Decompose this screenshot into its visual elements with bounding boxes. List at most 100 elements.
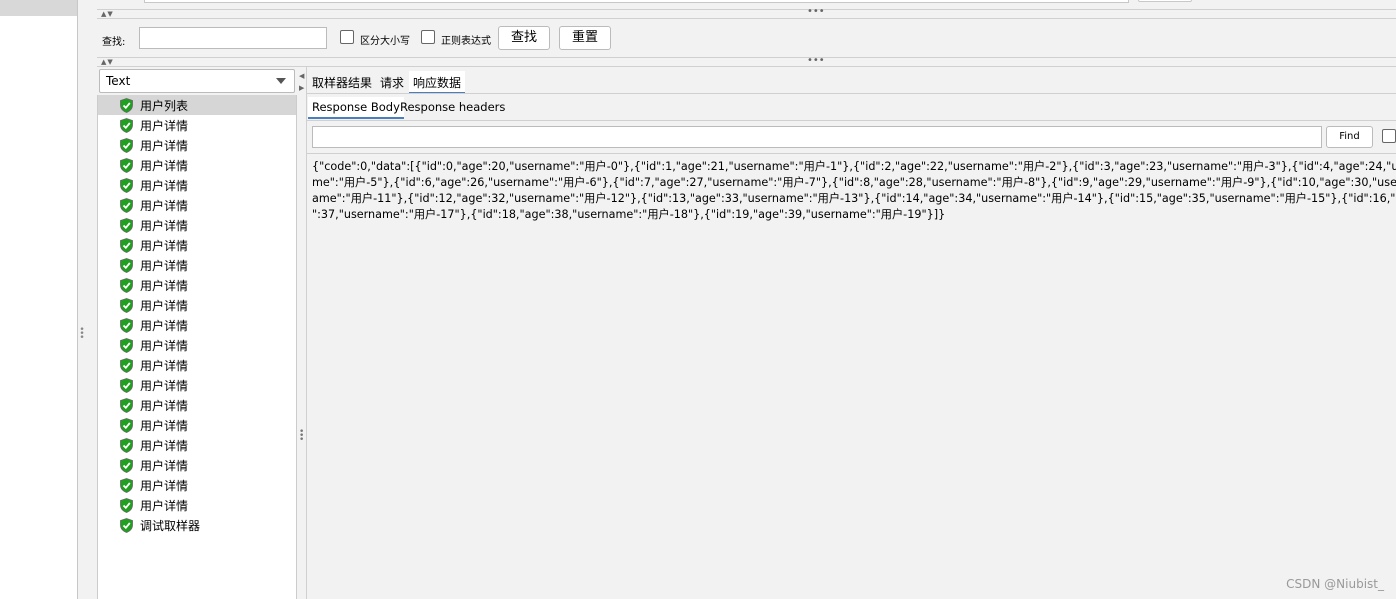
success-shield-icon — [120, 357, 133, 373]
tree-item[interactable]: 用户详情 — [98, 155, 296, 175]
tree-item[interactable]: 用户详情 — [98, 215, 296, 235]
regex-checkbox[interactable] — [421, 30, 435, 44]
results-tree[interactable]: 用户列表 用户详情 用户详情 用户详情 用户详情 用户详情 用户详情 用户详情 用户详情 用户详情… — [97, 95, 297, 599]
tree-item-label: 用户详情 — [140, 178, 189, 193]
success-shield-icon — [120, 237, 133, 253]
success-shield-icon — [120, 317, 133, 333]
tree-item-label: 用户详情 — [140, 218, 189, 233]
tree-item[interactable]: 用户详情 — [98, 355, 296, 375]
tree-item[interactable]: 用户详情 — [98, 395, 296, 415]
tree-item[interactable]: 用户详情 — [98, 255, 296, 275]
tree-item-label: 用户详情 — [140, 398, 189, 413]
tree-item[interactable]: 用户详情 — [98, 435, 296, 455]
success-shield-icon — [120, 517, 133, 533]
response-line: ame":"用户-11"},{"id":12,"age":32,"usernam… — [312, 192, 1396, 205]
tree-item-label: 用户详情 — [140, 478, 189, 493]
success-shield-icon — [120, 97, 133, 113]
tree-item[interactable]: 用户详情 — [98, 195, 296, 215]
tree-item[interactable]: 用户详情 — [98, 335, 296, 355]
top-field[interactable] — [144, 0, 1129, 3]
success-shield-icon — [120, 337, 133, 353]
chevron-down-icon — [276, 78, 286, 84]
renderer-select[interactable]: Text — [99, 69, 295, 93]
success-shield-icon — [120, 117, 133, 133]
tab-result-0[interactable]: 取样器结果 — [308, 71, 376, 94]
tree-item-label: 用户详情 — [140, 318, 189, 333]
success-shield-icon — [120, 417, 133, 433]
reset-button[interactable]: 重置 — [559, 26, 611, 50]
tree-item-label: 用户详情 — [140, 498, 189, 513]
tree-item[interactable]: 用户详情 — [98, 495, 296, 515]
response-option-checkbox[interactable] — [1382, 129, 1396, 143]
splitter-dots-icon[interactable]: ••• — [807, 7, 825, 17]
tree-item-label: 用户详情 — [140, 298, 189, 313]
watermark: CSDN @Niubist_ — [1286, 577, 1384, 591]
split-arrows-icon[interactable]: ◀ ▶ — [299, 70, 304, 94]
success-shield-icon — [120, 437, 133, 453]
success-shield-icon — [120, 377, 133, 393]
tree-item-label: 用户详情 — [140, 438, 189, 453]
tree-item-label: 用户详情 — [140, 238, 189, 253]
response-body[interactable]: {"code":0,"data":[{"id":0,"age":20,"user… — [307, 153, 1396, 599]
tree-item[interactable]: 用户详情 — [98, 415, 296, 435]
renderer-select-value: Text — [106, 74, 131, 88]
case-sensitive-checkbox[interactable] — [340, 30, 354, 44]
tree-item-label: 用户详情 — [140, 138, 189, 153]
find-button[interactable]: 查找 — [498, 26, 550, 50]
left-pane — [0, 0, 78, 599]
tree-item-label: 用户详情 — [140, 458, 189, 473]
success-shield-icon — [120, 137, 133, 153]
tree-item[interactable]: 用户详情 — [98, 115, 296, 135]
success-shield-icon — [120, 197, 133, 213]
search-input[interactable] — [139, 27, 327, 49]
tree-item-label: 用户详情 — [140, 158, 189, 173]
splitter-grip-icon[interactable]: • • • — [79, 326, 85, 343]
splitter-grip-icon[interactable]: • • • — [299, 428, 304, 445]
divider — [307, 120, 1396, 121]
top-button[interactable] — [1138, 0, 1192, 2]
tree-item[interactable]: 用户详情 — [98, 375, 296, 395]
tree-item-label: 用户详情 — [140, 378, 189, 393]
tab-result-2[interactable]: 响应数据 — [409, 71, 466, 94]
success-shield-icon — [120, 397, 133, 413]
response-line: {"code":0,"data":[{"id":0,"age":20,"user… — [312, 160, 1396, 173]
response-line: me":"用户-5"},{"id":6,"age":26,"username":… — [312, 176, 1396, 189]
response-line: ":37,"username":"用户-17"},{"id":18,"age":… — [312, 208, 946, 221]
tree-item[interactable]: 用户详情 — [98, 235, 296, 255]
tree-item-label: 用户详情 — [140, 198, 189, 213]
divider — [97, 66, 1396, 67]
success-shield-icon — [120, 477, 133, 493]
regex-label: 正则表达式 — [441, 36, 491, 47]
divider — [307, 93, 1396, 94]
tree-item-label: 用户详情 — [140, 338, 189, 353]
tree-item[interactable]: 用户列表 — [98, 95, 296, 115]
tree-item-label: 用户详情 — [140, 118, 189, 133]
tree-item[interactable]: 用户详情 — [98, 275, 296, 295]
response-find-button[interactable]: Find — [1326, 126, 1373, 148]
success-shield-icon — [120, 217, 133, 233]
tab-result-1[interactable]: 请求 — [376, 71, 408, 94]
tab-response-0[interactable]: Response Body — [308, 97, 404, 119]
tree-item[interactable]: 用户详情 — [98, 475, 296, 495]
tree-item-label: 用户详情 — [140, 358, 189, 373]
divider — [97, 57, 1396, 58]
response-search-input[interactable] — [312, 126, 1322, 148]
success-shield-icon — [120, 177, 133, 193]
left-pane-selected-item[interactable] — [0, 0, 77, 16]
splitter-dots-icon[interactable]: ••• — [807, 56, 825, 66]
tree-item[interactable]: 用户详情 — [98, 175, 296, 195]
tree-item-label: 用户列表 — [140, 98, 189, 113]
tree-item[interactable]: 用户详情 — [98, 315, 296, 335]
success-shield-icon — [120, 297, 133, 313]
tree-item[interactable]: 调试取样器 — [98, 515, 296, 535]
success-shield-icon — [120, 277, 133, 293]
tab-response-1[interactable]: Response headers — [396, 97, 509, 119]
tree-item-label: 用户详情 — [140, 258, 189, 273]
tree-item[interactable]: 用户详情 — [98, 135, 296, 155]
collapse-arrows-icon[interactable]: ▲▼ — [101, 58, 114, 66]
collapse-arrows-icon[interactable]: ▲▼ — [101, 10, 114, 18]
tree-item[interactable]: 用户详情 — [98, 455, 296, 475]
tree-item-label: 用户详情 — [140, 418, 189, 433]
tree-item-label: 用户详情 — [140, 278, 189, 293]
tree-item[interactable]: 用户详情 — [98, 295, 296, 315]
